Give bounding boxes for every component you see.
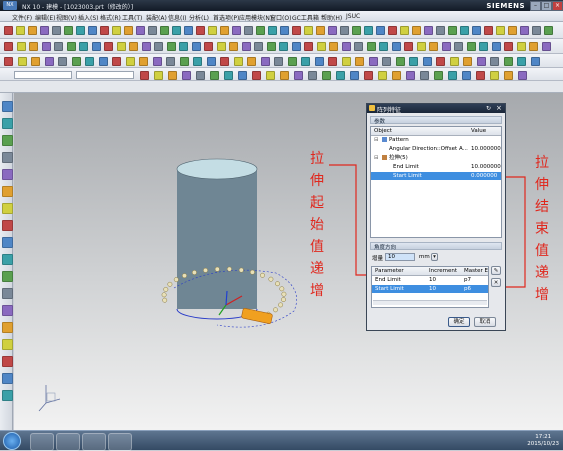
tree-col-value: Value — [471, 128, 487, 134]
clock-date: 2015/10/23 — [527, 441, 559, 447]
tree-row-start-limit[interactable]: Start Limit 0.000000 — [371, 172, 501, 180]
add-row-icon[interactable]: ✎ — [491, 266, 501, 275]
start-button[interactable] — [3, 432, 21, 450]
dialog-title-bar: 阵列特征 ↻ × — [367, 104, 505, 114]
extrude-icon — [382, 155, 387, 160]
col-increment: Increment — [429, 268, 458, 274]
dialog-icon — [369, 105, 375, 111]
taskbar-app-1[interactable] — [30, 433, 54, 451]
cell-master: p7 — [464, 277, 471, 283]
cell-param: Start Limit — [375, 286, 404, 292]
parameter-table: Parameter Increment Master E End Limit 1… — [371, 266, 489, 308]
delete-row-icon[interactable]: ✕ — [491, 278, 501, 287]
taskbar-clock[interactable]: 17:21 2015/10/23 — [527, 434, 559, 448]
step-label: 增量 — [372, 256, 384, 262]
tree-row-pattern[interactable]: ⊟ Pattern — [371, 136, 501, 144]
section-angular-direction[interactable]: 角度方向 — [370, 242, 502, 251]
parameter-tree: Object Value ⊟ Pattern Angular Direction… — [370, 126, 502, 238]
table-row-start-limit[interactable]: Start Limit 10 p6 — [372, 285, 488, 293]
step-input[interactable]: 10 — [385, 253, 415, 261]
tree-row-label: Angular Direction::Offset A... — [389, 146, 468, 152]
pattern-feature-dialog: 阵列特征 ↻ × 参数 Object Value ⊟ Pattern Angul… — [366, 103, 506, 331]
taskbar-app-3[interactable] — [82, 433, 106, 451]
pattern-icon — [382, 137, 387, 142]
cell-master: p6 — [464, 286, 471, 292]
tree-row-extrude[interactable]: ⊟ 拉伸(5) — [371, 154, 501, 162]
collapse-icon[interactable]: ⊟ — [374, 136, 379, 144]
tree-row-angular[interactable]: Angular Direction::Offset A... 10.000000 — [371, 145, 501, 153]
dialog-title: 阵列特征 — [377, 107, 402, 114]
unit-label: mm — [419, 254, 430, 260]
taskbar-app-2[interactable] — [56, 433, 80, 451]
tree-row-value: 0.000000 — [471, 173, 498, 179]
col-master: Master E — [464, 268, 488, 274]
unit-dropdown[interactable]: ▾ — [431, 253, 438, 261]
cancel-button[interactable]: 取消 — [474, 317, 496, 327]
clock-time: 17:21 — [535, 434, 552, 440]
cell-increment: 10 — [429, 286, 436, 292]
cell-increment: 10 — [429, 277, 436, 283]
col-parameter: Parameter — [375, 268, 404, 274]
section-parameters-label: 参数 — [374, 119, 386, 125]
tree-row-value: 10.000000 — [471, 164, 501, 170]
table-scrollbar[interactable] — [373, 300, 487, 305]
taskbar: 17:21 2015/10/23 — [0, 430, 563, 451]
tree-row-label: 拉伸(5) — [389, 155, 408, 161]
table-header: Parameter Increment Master E — [372, 267, 488, 276]
tree-row-label: End Limit — [393, 164, 419, 170]
collapse-icon[interactable]: ⊟ — [374, 154, 379, 162]
taskbar-app-4[interactable] — [108, 433, 132, 451]
cell-param: End Limit — [375, 277, 401, 283]
close-dialog-icon[interactable]: × — [496, 104, 502, 112]
section-angular-label: 角度方向 — [374, 245, 397, 251]
reset-icon[interactable]: ↻ — [486, 105, 491, 112]
table-row-end-limit[interactable]: End Limit 10 p7 — [372, 276, 488, 284]
section-parameters[interactable]: 参数 — [370, 116, 502, 125]
tree-row-label: Start Limit — [393, 173, 422, 179]
tree-header: Object Value — [371, 127, 501, 136]
ok-button[interactable]: 确定 — [448, 317, 470, 327]
tree-row-label: Pattern — [389, 137, 409, 143]
tree-row-end-limit[interactable]: End Limit 10.000000 — [371, 163, 501, 171]
tree-col-object: Object — [374, 128, 392, 134]
tree-row-value: 10.000000 — [471, 146, 501, 152]
